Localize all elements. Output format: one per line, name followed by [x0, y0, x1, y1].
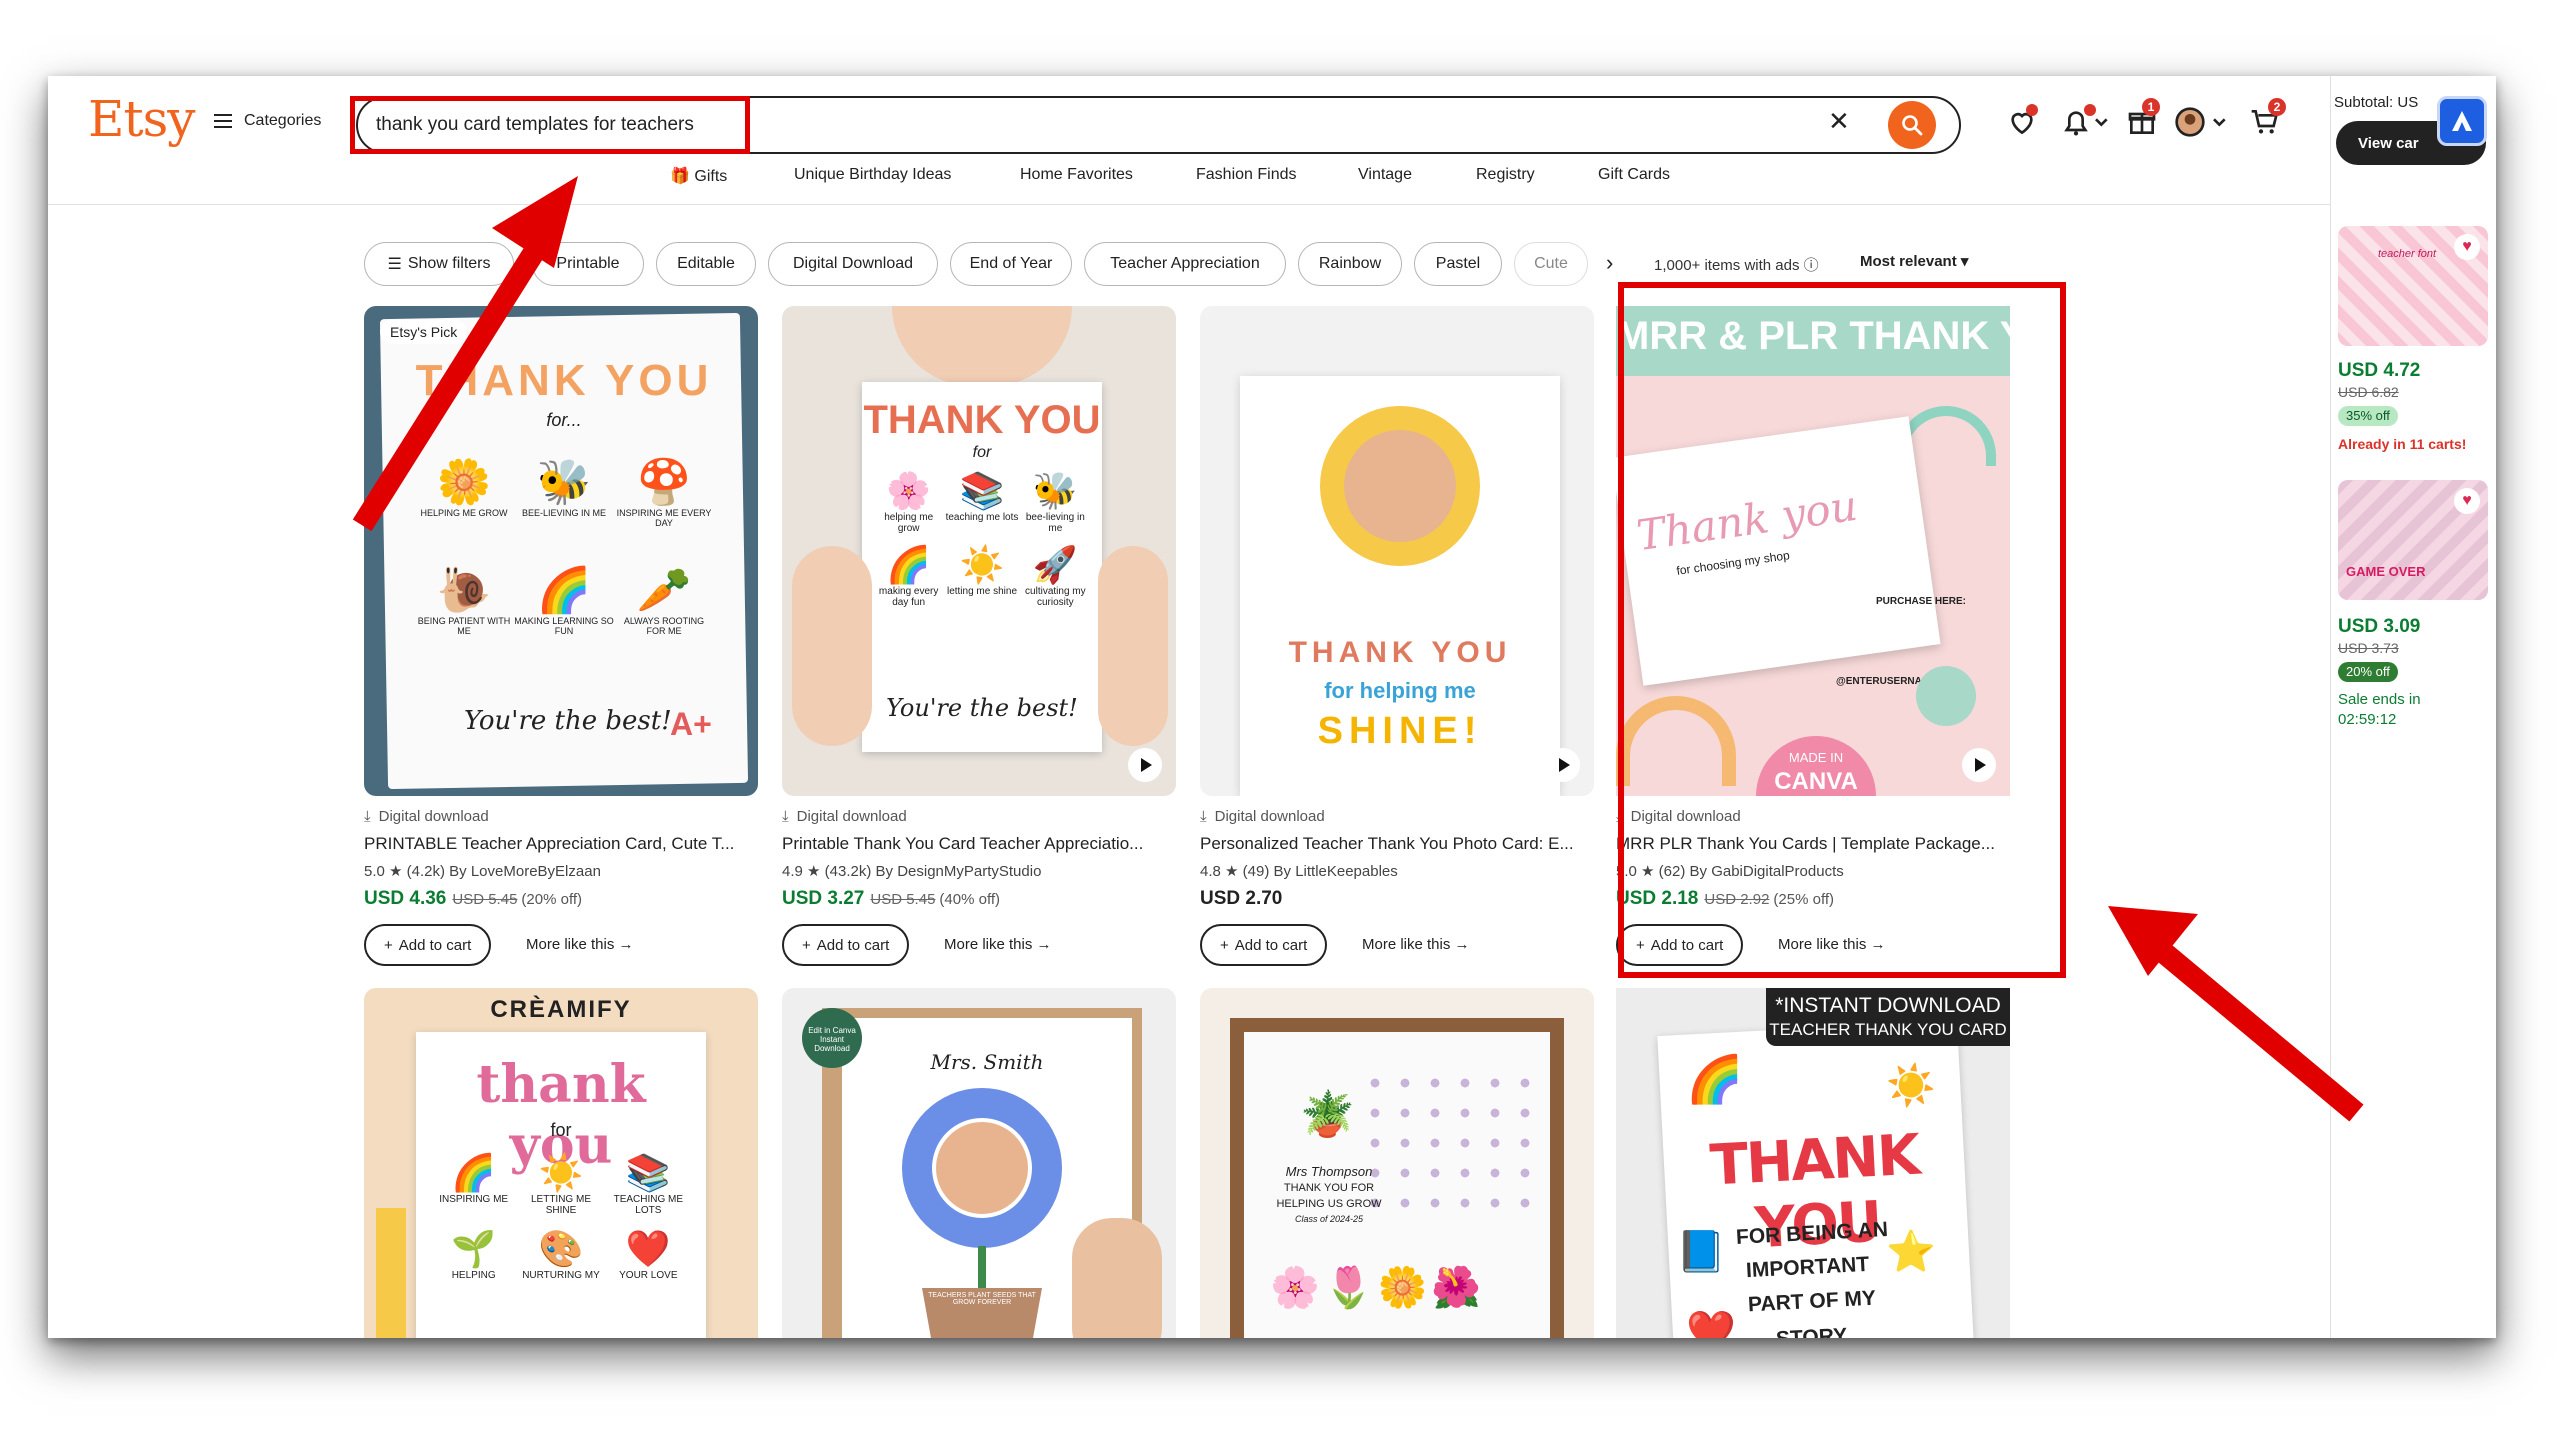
screenshot-window: Etsy Categories thank you card templates…: [48, 76, 2496, 1338]
arrow-to-listing: [2108, 906, 2364, 1122]
annotation-arrows: [352, 176, 2364, 1122]
arrow-to-search: [352, 176, 578, 532]
